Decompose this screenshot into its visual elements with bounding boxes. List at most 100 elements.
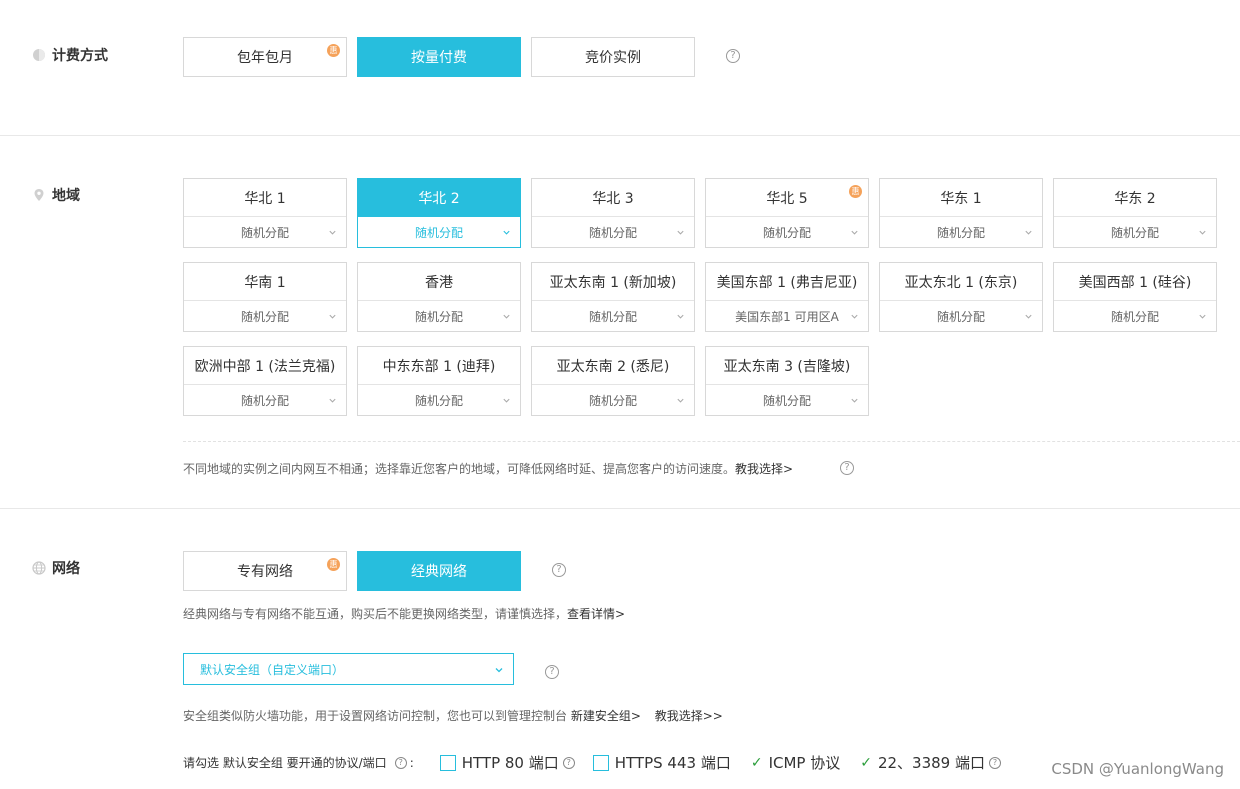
chevron-down-icon	[676, 226, 685, 235]
region-option[interactable]: 亚太东南 3 (吉隆坡) 随机分配	[705, 346, 869, 416]
region-name: 中东东部 1 (迪拜)	[358, 347, 520, 385]
billing-label: 计费方式	[52, 48, 108, 64]
security-group-select[interactable]: 默认安全组（自定义端口）	[183, 653, 514, 685]
network-note-text: 经典网络与专有网络不能互通，购买后不能更换网络类型，请谨慎选择，	[183, 607, 568, 621]
chevron-down-icon	[328, 310, 337, 319]
chevron-down-icon	[502, 310, 511, 319]
ports-prompt: 请勾选 默认安全组 要开通的协议/端口	[183, 756, 387, 770]
region-option[interactable]: 亚太东南 1 (新加坡) 随机分配	[531, 262, 695, 332]
billing-option-subscription[interactable]: 包年包月 惠	[183, 37, 347, 77]
chevron-down-icon	[494, 664, 504, 674]
region-option[interactable]: 华北 5 惠随机分配	[705, 178, 869, 248]
chevron-down-icon	[328, 394, 337, 403]
region-option[interactable]: 华南 1 随机分配	[183, 262, 347, 332]
region-option[interactable]: 华北 1 随机分配	[183, 178, 347, 248]
region-name: 华东 1	[880, 179, 1042, 217]
https-port-label: HTTPS 443 端口	[614, 754, 731, 772]
security-group-value: 默认安全组（自定义端口）	[200, 662, 345, 677]
zone-select[interactable]: 随机分配	[532, 217, 694, 247]
ssh-rdp-port-label: 22、3389 端口	[877, 754, 985, 772]
network-section-label: 网络	[32, 558, 80, 578]
zone-value: 随机分配	[762, 225, 811, 240]
help-icon[interactable]: ?	[545, 665, 559, 679]
help-icon[interactable]: ?	[840, 461, 854, 475]
check-icon[interactable]: ✓	[860, 755, 872, 771]
zone-select[interactable]: 随机分配	[880, 301, 1042, 331]
zone-value: 随机分配	[414, 225, 463, 240]
help-icon[interactable]: ?	[562, 756, 575, 769]
region-option[interactable]: 华东 2 随机分配	[1053, 178, 1217, 248]
region-name: 华北 3	[532, 179, 694, 217]
section-divider	[0, 135, 1240, 136]
billing-option-pay-as-you-go[interactable]: 按量付费	[357, 37, 521, 77]
zone-select[interactable]: 随机分配	[184, 385, 346, 415]
help-icon[interactable]: ?	[726, 49, 740, 63]
network-label: 网络	[52, 561, 80, 577]
zone-select[interactable]: 随机分配	[184, 301, 346, 331]
help-icon[interactable]: ?	[988, 756, 1001, 769]
region-name: 华北 5	[706, 179, 868, 217]
region-option[interactable]: 香港 随机分配	[357, 262, 521, 332]
region-option[interactable]: 华北 2 随机分配	[357, 178, 521, 248]
region-option[interactable]: 美国西部 1 (硅谷) 随机分配	[1053, 262, 1217, 332]
billing-option-spot[interactable]: 竞价实例	[531, 37, 695, 77]
zone-select[interactable]: 随机分配	[184, 217, 346, 247]
region-option[interactable]: 美国东部 1 (弗吉尼亚) 美国东部1 可用区A	[705, 262, 869, 332]
zone-select[interactable]: 随机分配	[1054, 217, 1216, 247]
billing-section-label: 计费方式	[32, 45, 108, 65]
zone-value: 随机分配	[936, 309, 985, 324]
region-name: 美国西部 1 (硅谷)	[1054, 263, 1216, 301]
chevron-down-icon	[676, 310, 685, 319]
zone-select[interactable]: 随机分配	[532, 385, 694, 415]
network-option-label: 专有网络	[237, 564, 293, 580]
region-option[interactable]: 亚太东北 1 (东京) 随机分配	[879, 262, 1043, 332]
billing-option-label: 按量付费	[411, 50, 467, 66]
watermark: CSDN @YuanlongWang	[1051, 760, 1224, 778]
region-name: 香港	[358, 263, 520, 301]
help-icon[interactable]: ?	[552, 563, 566, 577]
region-option[interactable]: 中东东部 1 (迪拜) 随机分配	[357, 346, 521, 416]
region-teach-link[interactable]: 教我选择>	[735, 462, 793, 476]
check-icon[interactable]: ✓	[751, 755, 763, 771]
zone-value: 随机分配	[1110, 225, 1159, 240]
ports-colon: :	[409, 755, 414, 770]
region-option[interactable]: 华北 3 随机分配	[531, 178, 695, 248]
zone-select[interactable]: 美国东部1 可用区A	[706, 301, 868, 331]
network-option-classic[interactable]: 经典网络	[357, 551, 521, 591]
zone-select[interactable]: 随机分配	[880, 217, 1042, 247]
http-port-checkbox[interactable]	[439, 754, 456, 771]
region-name: 亚太东北 1 (东京)	[880, 263, 1042, 301]
region-option[interactable]: 亚太东南 2 (悉尼) 随机分配	[531, 346, 695, 416]
zone-select[interactable]: 随机分配	[706, 385, 868, 415]
zone-value: 随机分配	[1110, 309, 1159, 324]
zone-select[interactable]: 随机分配	[358, 217, 520, 247]
http-port-label: HTTP 80 端口	[461, 754, 559, 772]
chevron-down-icon	[1024, 310, 1033, 319]
network-option-vpc[interactable]: 专有网络 惠	[183, 551, 347, 591]
new-security-group-link[interactable]: 新建安全组>	[571, 709, 641, 723]
network-note: 经典网络与专有网络不能互通，购买后不能更换网络类型，请谨慎选择，查看详情>	[183, 605, 625, 622]
zone-select[interactable]: 随机分配	[358, 301, 520, 331]
region-option[interactable]: 欧洲中部 1 (法兰克福) 随机分配	[183, 346, 347, 416]
billing-option-label: 包年包月	[237, 50, 293, 66]
zone-select[interactable]: 随机分配	[358, 385, 520, 415]
zone-value: 随机分配	[240, 393, 289, 408]
region-label: 地域	[52, 188, 80, 204]
billing-icon	[32, 48, 46, 62]
zone-value: 随机分配	[414, 309, 463, 324]
https-port-checkbox[interactable]	[592, 754, 609, 771]
zone-value: 美国东部1 可用区A	[735, 309, 839, 324]
ports-row: 请勾选 默认安全组 要开通的协议/端口 ? : HTTP 80 端口 ? HTT…	[183, 752, 1001, 773]
network-details-link[interactable]: 查看详情>	[567, 607, 625, 621]
security-group-teach-link[interactable]: 教我选择>>	[655, 709, 723, 723]
region-name: 美国东部 1 (弗吉尼亚)	[706, 263, 868, 301]
help-icon[interactable]: ?	[394, 756, 407, 769]
discount-badge: 惠	[327, 44, 340, 57]
zone-select[interactable]: 随机分配	[532, 301, 694, 331]
chevron-down-icon	[328, 226, 337, 235]
zone-select[interactable]: 随机分配	[706, 217, 868, 247]
zone-select[interactable]: 随机分配	[1054, 301, 1216, 331]
region-option[interactable]: 华东 1 随机分配	[879, 178, 1043, 248]
chevron-down-icon	[850, 310, 859, 319]
discount-badge: 惠	[849, 185, 862, 198]
